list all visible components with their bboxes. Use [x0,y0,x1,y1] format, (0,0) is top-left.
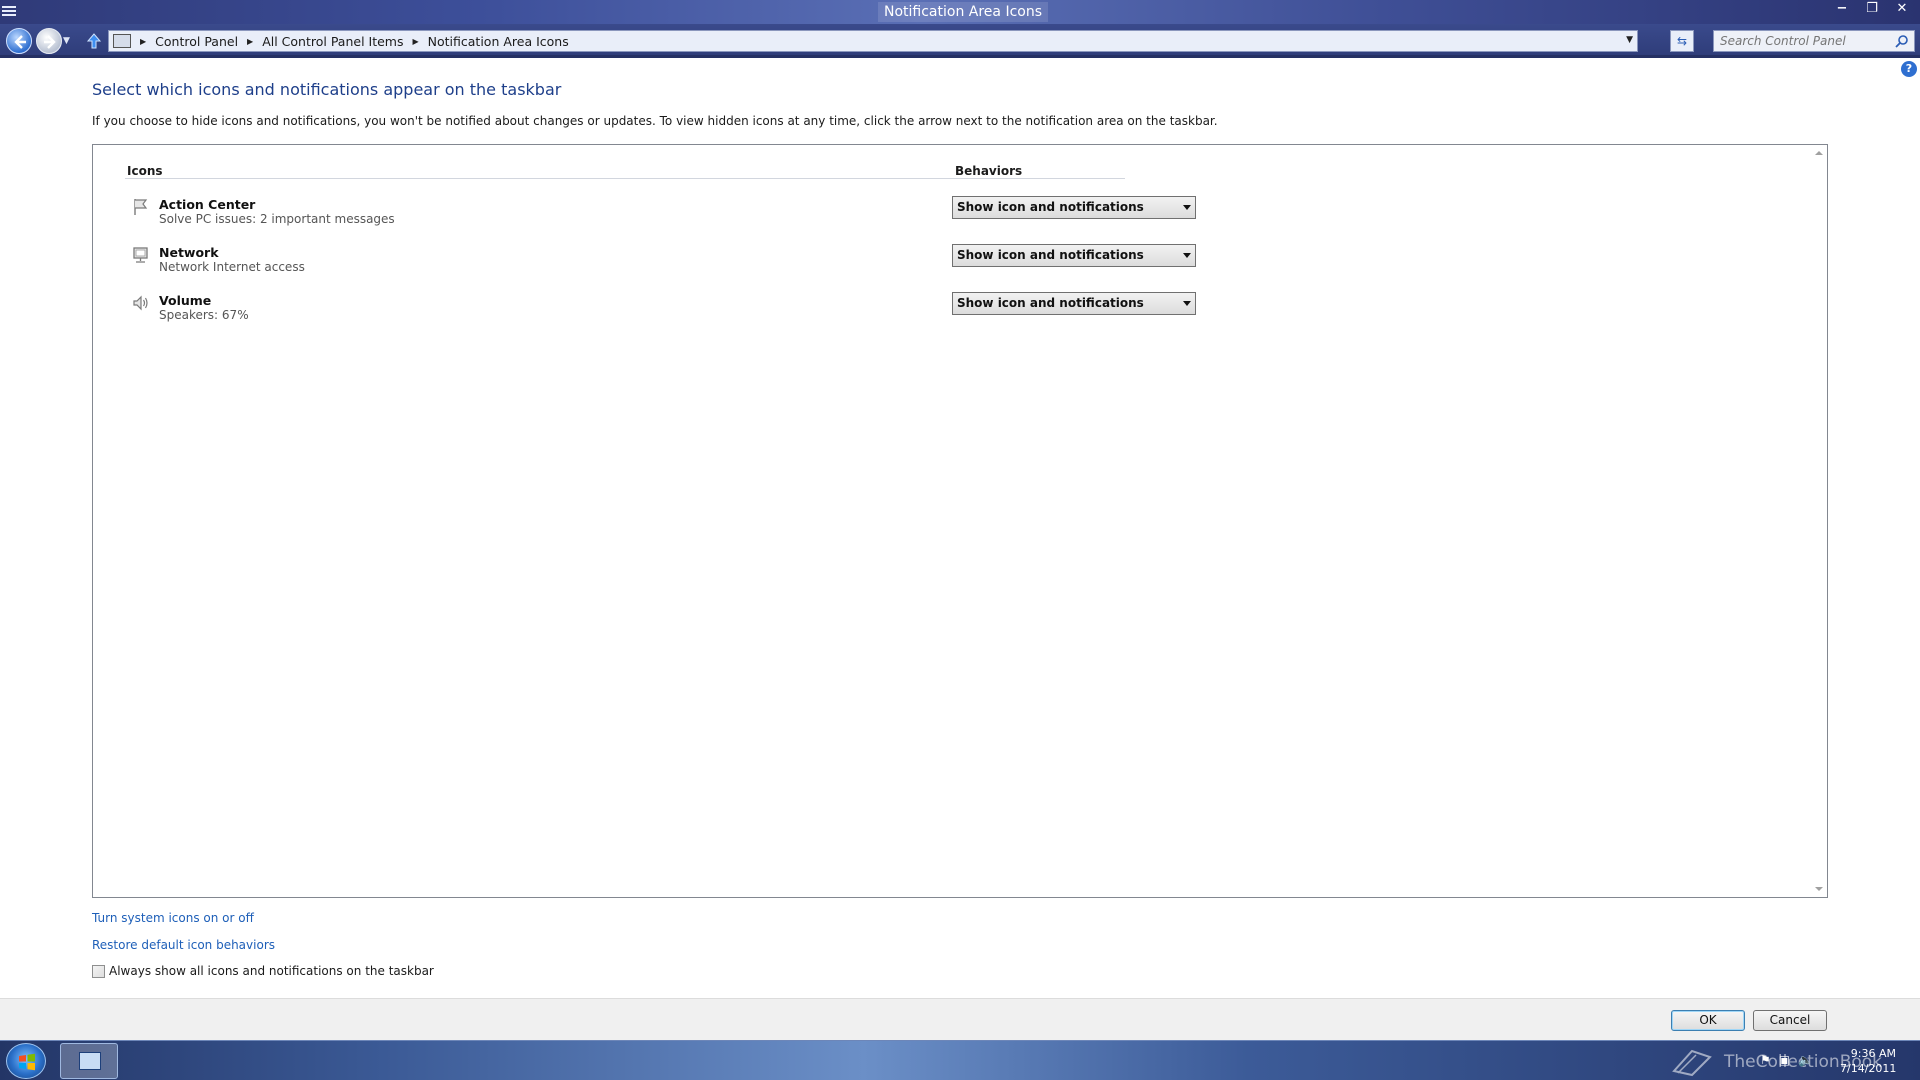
always-show-label[interactable]: Always show all icons and notifications … [109,964,434,978]
tray-flag-icon[interactable]: ⚑ [1760,1053,1771,1067]
scroll-up-icon[interactable] [1815,151,1823,155]
column-header-behaviors: Behaviors [955,164,1023,178]
dropdown-arrow-icon[interactable] [1183,253,1191,258]
back-arrow-icon [14,35,26,49]
taskbar-item-control-panel[interactable] [60,1043,118,1079]
list-item-action-center[interactable]: Action Center Solve PC issues: 2 importa… [93,196,1793,237]
refresh-button[interactable]: ⇆ [1670,30,1694,52]
behavior-dropdown-network[interactable]: Show icon and notifications [952,244,1196,267]
refresh-icon: ⇆ [1676,34,1688,48]
tray-volume-icon[interactable]: 🔈 [1798,1053,1813,1067]
selected-behavior: Show icon and notifications [957,248,1144,262]
breadcrumb-all-items[interactable]: All Control Panel Items [262,34,403,49]
item-description: Solve PC issues: 2 important messages [159,212,395,226]
turn-system-icons-link[interactable]: Turn system icons on or off [92,911,254,925]
window-title: Notification Area Icons [878,2,1049,22]
back-button[interactable] [6,28,32,54]
network-icon [133,247,148,263]
minimize-button[interactable]: − [1828,0,1856,20]
up-level-button[interactable] [86,32,102,53]
item-description: Speakers: 67% [159,308,249,322]
restore-defaults-link[interactable]: Restore default icon behaviors [92,938,275,952]
address-bar[interactable]: ▶ Control Panel ▶ All Control Panel Item… [108,30,1638,52]
item-name: Volume [159,293,212,308]
recent-pages-dropdown-icon[interactable]: ▼ [63,36,70,46]
windows-logo-icon [19,1053,35,1071]
selected-behavior: Show icon and notifications [957,296,1144,310]
list-scrollbar[interactable] [1811,145,1827,897]
help-icon: ? [1905,62,1913,75]
ok-button[interactable]: OK [1671,1010,1745,1031]
item-description: Network Internet access [159,260,305,274]
breadcrumb-separator-icon[interactable]: ▶ [247,37,253,46]
behavior-dropdown-action-center[interactable]: Show icon and notifications [952,196,1196,219]
notification-tray: ⚑ ▣ 🔈 [1760,1053,1813,1067]
scroll-down-icon[interactable] [1815,887,1823,891]
cancel-button[interactable]: Cancel [1753,1010,1827,1031]
search-box[interactable] [1713,30,1915,52]
breadcrumb-notification-area-icons[interactable]: Notification Area Icons [428,34,569,49]
always-show-checkbox[interactable] [92,964,105,978]
dropdown-arrow-icon[interactable] [1183,205,1191,210]
control-panel-icon [79,1052,101,1070]
breadcrumb-separator-icon[interactable]: ▶ [140,37,146,46]
header-divider [125,178,1125,179]
behavior-dropdown-volume[interactable]: Show icon and notifications [952,292,1196,315]
maximize-button[interactable]: ❐ [1858,0,1886,20]
item-name: Network [159,245,219,260]
intro-text: If you choose to hide icons and notifica… [92,114,1218,128]
book-logo-icon [1672,1049,1712,1077]
always-show-option[interactable]: Always show all icons and notifications … [92,964,434,978]
tray-network-icon[interactable]: ▣ [1779,1053,1790,1067]
computer-icon [113,34,131,48]
forward-button[interactable] [36,28,62,54]
selected-behavior: Show icon and notifications [957,200,1144,214]
icons-list[interactable]: Icons Behaviors Action Center Solve PC i… [92,144,1828,898]
start-button[interactable] [6,1043,46,1079]
window-controls: − ❐ ✕ [1828,0,1916,20]
close-button[interactable]: ✕ [1888,0,1916,20]
title-bar: Notification Area Icons − ❐ ✕ [0,0,1920,24]
speaker-icon [133,295,148,311]
search-input[interactable] [1714,31,1890,51]
navigation-bar: ▼ ▶ Control Panel ▶ All Control Panel It… [0,24,1920,58]
taskbar: TheCollectionBook ⚑ ▣ 🔈 9:36 AM 7/14/201… [0,1040,1920,1080]
dropdown-arrow-icon[interactable] [1183,301,1191,306]
clock-date: 7/14/2011 [1840,1062,1897,1075]
page-title: Select which icons and notifications app… [92,80,562,99]
address-history-dropdown-icon[interactable]: ▼ [1626,35,1633,45]
flag-icon [134,199,148,215]
help-button[interactable]: ? [1901,61,1917,77]
dialog-footer: OK Cancel [0,998,1920,1040]
search-icon[interactable] [1895,34,1909,48]
list-item-network[interactable]: Network Network Internet access Show ico… [93,244,1793,285]
clock-time: 9:36 AM [1850,1047,1896,1060]
clock[interactable]: 9:36 AM 7/14/2011 [1840,1046,1896,1076]
forward-arrow-icon [44,35,56,49]
column-header-icons: Icons [127,164,163,178]
system-menu-icon[interactable] [2,6,16,16]
breadcrumb-control-panel[interactable]: Control Panel [155,34,238,49]
item-name: Action Center [159,197,256,212]
breadcrumb-separator-icon[interactable]: ▶ [413,37,419,46]
list-item-volume[interactable]: Volume Speakers: 67% Show icon and notif… [93,292,1793,333]
up-arrow-icon [86,33,102,49]
